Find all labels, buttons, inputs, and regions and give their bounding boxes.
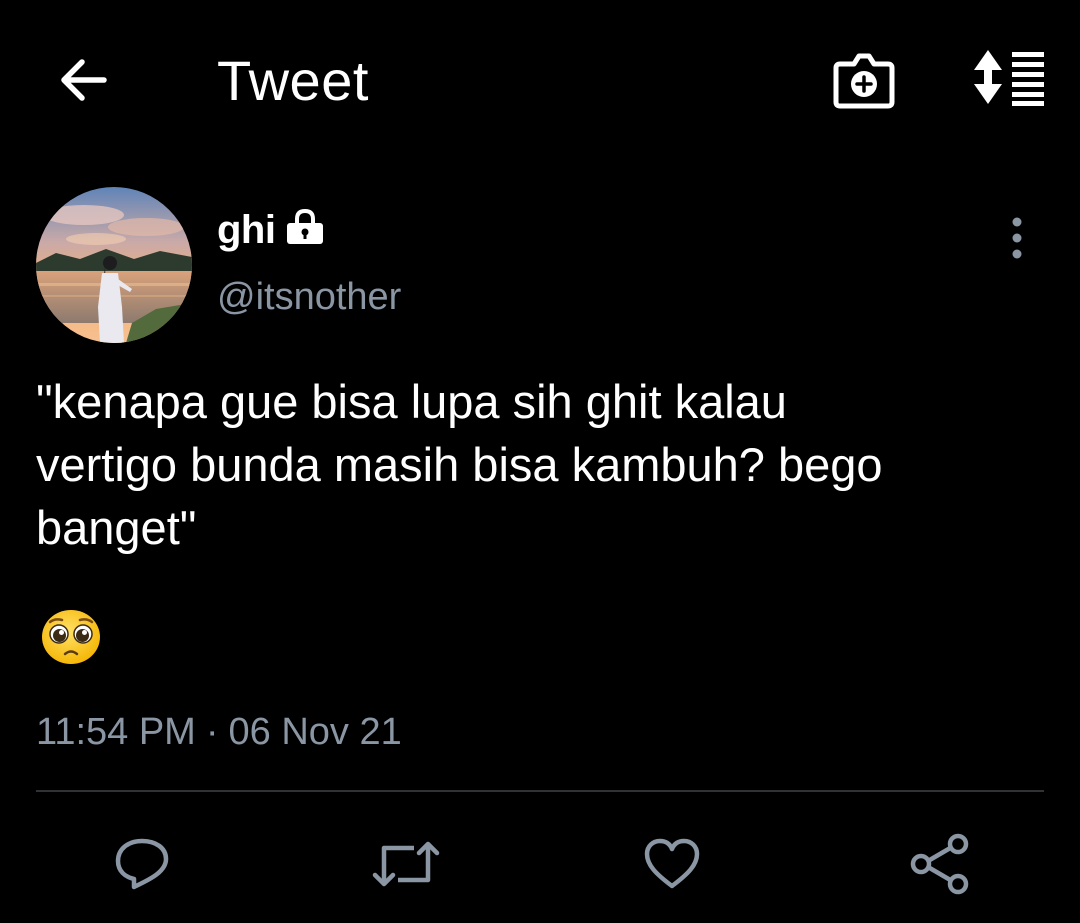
tweet-time: 11:54 PM [36,711,196,753]
meta-separator: · [205,711,219,753]
avatar-photo [36,187,192,343]
camera-button[interactable] [830,46,898,112]
back-button[interactable] [52,50,116,110]
pleading-face-emoji: 🥺 [40,608,102,666]
tweet-timestamp: 11:54 PM · 06 Nov 21 [36,707,402,757]
arrow-left-icon [61,59,107,101]
like-button[interactable] [634,828,710,900]
heart-icon [644,838,700,889]
avatar[interactable] [36,187,192,343]
more-vertical-icon [1012,217,1022,259]
retweet-icon [372,841,440,887]
share-button[interactable] [902,828,978,900]
display-name[interactable]: ghi [217,206,276,254]
user-handle[interactable]: @itsnother [217,274,401,320]
tweet-date: 06 Nov 21 [228,711,402,753]
share-icon [910,833,969,895]
camera-plus-icon [833,53,895,109]
lock-icon [284,208,326,246]
reply-icon [115,838,169,890]
page-title: Tweet [217,49,369,112]
retweet-button[interactable] [368,828,444,900]
reply-button[interactable] [104,828,180,900]
divider [36,790,1044,792]
sort-button[interactable] [966,46,1048,108]
sort-list-icon [974,50,1044,106]
more-options-button[interactable] [998,212,1036,264]
tweet-text: "kenapa gue bisa lupa sih ghit kalau ver… [36,375,883,554]
